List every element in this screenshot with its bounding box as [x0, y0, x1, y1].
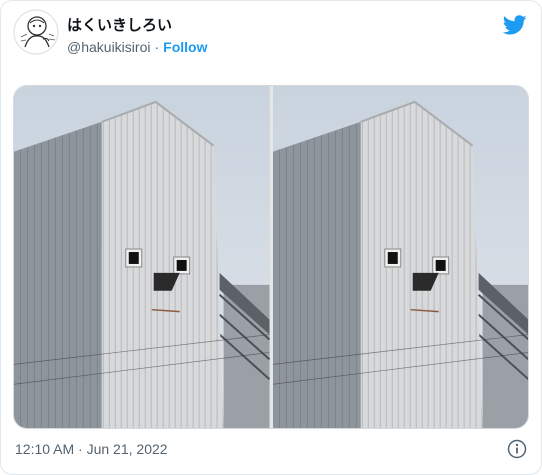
building-face-photo — [14, 86, 270, 428]
follow-button[interactable]: Follow — [163, 39, 207, 55]
photo-left[interactable] — [14, 86, 270, 428]
display-name[interactable]: はくいきしろい — [67, 14, 172, 35]
info-icon[interactable] — [507, 439, 527, 459]
photo-right[interactable] — [272, 86, 528, 428]
user-handle[interactable]: @hakuikisiroi — [67, 39, 150, 55]
tweet-card: はくいきしろい @hakuikisiroi · Follow 12:10 AM … — [0, 0, 542, 475]
building-face-photo — [272, 86, 528, 428]
separator-dot: · — [154, 39, 160, 55]
avatar[interactable] — [13, 9, 59, 55]
avatar-sketch-icon — [13, 9, 59, 55]
media-grid[interactable] — [13, 85, 529, 429]
tweet-timestamp[interactable]: 12:10 AM · Jun 21, 2022 — [15, 441, 168, 457]
twitter-bird-icon[interactable] — [502, 13, 527, 37]
handle-row: @hakuikisiroi · Follow — [67, 39, 207, 55]
